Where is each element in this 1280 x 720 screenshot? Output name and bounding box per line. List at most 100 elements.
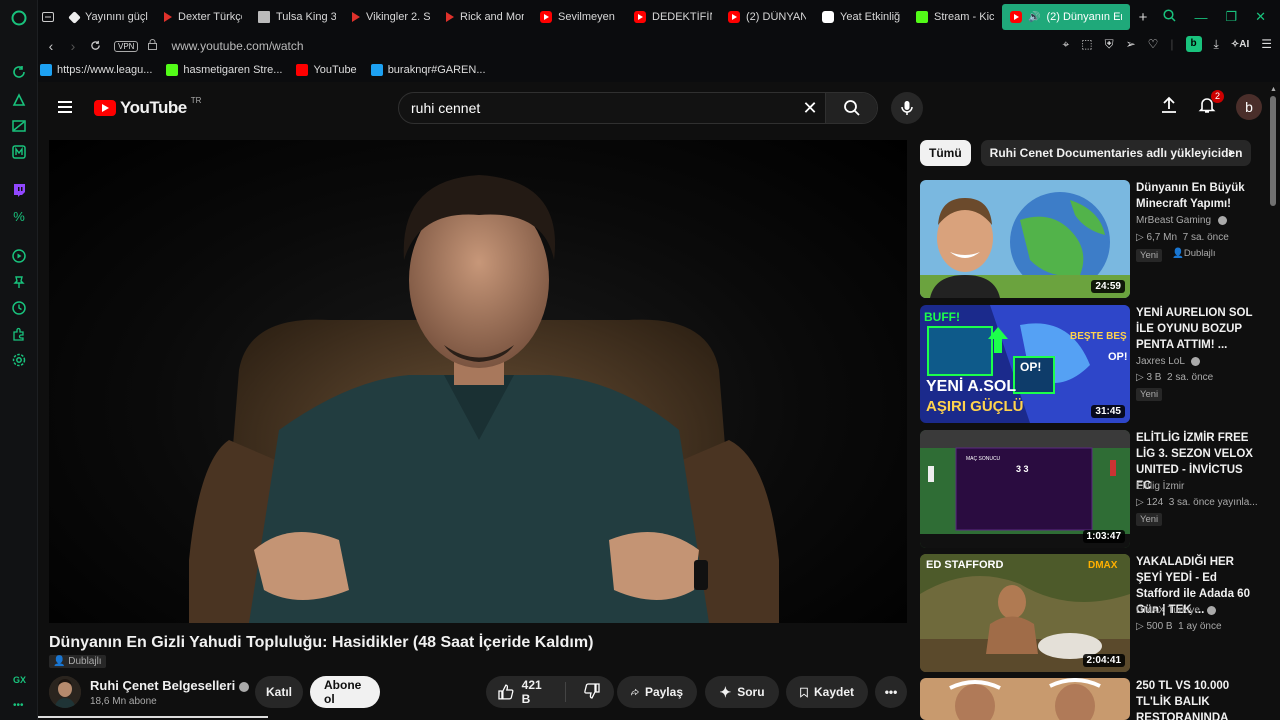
search-button[interactable] <box>825 93 877 123</box>
close-window-icon[interactable]: ✕ <box>1255 9 1266 25</box>
extensions-icon[interactable] <box>11 326 27 342</box>
send-icon[interactable]: ➢ <box>1126 37 1136 51</box>
tab-item[interactable]: Stream - Kick <box>908 0 1002 34</box>
video-thumbnail[interactable] <box>920 678 1130 720</box>
channel-row: Ruhi Çenet Belgeselleri 18,6 Mn abone Ka… <box>49 676 907 710</box>
new-tab-button[interactable]: + <box>1130 0 1156 34</box>
recommendation-channel[interactable]: Jaxres LoL <box>1136 356 1201 367</box>
recommendation-channel[interactable]: MrBeast Gaming <box>1136 215 1227 226</box>
account-avatar[interactable]: b <box>1236 94 1262 120</box>
video-thumbnail[interactable]: MAÇ SONUCU 3 3 1:03:47 <box>920 430 1130 548</box>
video-thumbnail[interactable]: ED STAFFORD DMAX 2:04:41 <box>920 554 1130 672</box>
scroll-up-icon[interactable]: ▲ <box>1270 86 1277 93</box>
tab-active[interactable]: 🔊 (2) Dünyanın En Giz <box>1002 4 1130 30</box>
tab-item[interactable]: Rick and Mort <box>438 0 532 34</box>
channel-name[interactable]: Ruhi Çenet Belgeselleri <box>90 678 250 693</box>
shield-icon[interactable]: ⛨ <box>1105 37 1114 52</box>
bookmark-label: https://www.leagu... <box>57 64 153 76</box>
like-button[interactable]: 421 B <box>486 678 566 706</box>
recommendation-item[interactable]: ED STAFFORD DMAX 2:04:41 YAKALADIĞI HER … <box>920 554 1260 672</box>
heart-icon[interactable]: ♡ <box>1148 37 1159 51</box>
recommendation-title[interactable]: YENİ AURELION SOL İLE OYUNU BOZUP PENTA … <box>1136 305 1254 353</box>
join-button[interactable]: Katıl <box>255 676 303 708</box>
recommendation-item[interactable]: BUFF! BEŞTE BEŞ OP! OP! YENİ A.SOL AŞIRI… <box>920 305 1260 423</box>
voice-search-button[interactable] <box>891 92 923 124</box>
share-button[interactable]: Paylaş <box>617 676 697 708</box>
settings-icon[interactable] <box>11 352 27 368</box>
player-icon[interactable] <box>11 248 27 264</box>
scrollbar-thumb[interactable] <box>1270 96 1276 206</box>
recommendation-item[interactable]: 250 TL VS 10.000 TL'LİK BALIK RESTORANIN… <box>920 678 1260 720</box>
bookmark-item[interactable]: YouTube <box>296 64 357 76</box>
thumbs-up-icon <box>498 684 514 700</box>
chevron-right-icon[interactable]: › <box>1228 144 1233 162</box>
more-actions-button[interactable]: ••• <box>875 676 907 708</box>
notifications-button[interactable]: 2 <box>1198 89 1224 119</box>
save-button[interactable]: Kaydet <box>786 676 868 708</box>
tab-item[interactable]: DEDEKTİFİN <box>626 0 720 34</box>
header-actions: 2 b <box>1160 89 1262 120</box>
bookmark-item[interactable]: buraknqr#GAREN... <box>370 64 486 76</box>
back-icon[interactable]: ‹ <box>40 38 62 54</box>
recommendation-title[interactable]: Dünyanın En Büyük Minecraft Yapımı! <box>1136 180 1254 212</box>
search-tabs-icon[interactable] <box>1163 9 1176 25</box>
tab-item[interactable]: Yayınını güçle <box>62 0 156 34</box>
channel-avatar[interactable] <box>49 676 81 708</box>
twitch-icon[interactable] <box>11 182 27 198</box>
lock-icon[interactable] <box>148 39 158 53</box>
history-icon[interactable] <box>11 300 27 316</box>
ai-button[interactable]: ✧AI <box>1231 39 1249 50</box>
bookmark-item[interactable]: https://www.leagu... <box>40 64 152 76</box>
sidebar-more-icon[interactable]: ••• <box>13 700 24 711</box>
music-player-icon[interactable] <box>11 118 27 134</box>
video-player[interactable] <box>49 140 907 623</box>
chip-all[interactable]: Tümü <box>920 140 971 166</box>
messenger-icon[interactable] <box>11 144 27 160</box>
tab-item[interactable]: Sevilmeyen 9 <box>532 0 626 34</box>
dislike-button[interactable] <box>572 682 614 702</box>
gx-label[interactable]: GX <box>13 675 26 685</box>
video-thumbnail[interactable]: 24:59 <box>920 180 1130 298</box>
gx-corner-icon[interactable] <box>11 92 27 108</box>
youtube-logo[interactable]: YouTube TR <box>94 96 201 118</box>
tab-item[interactable]: (2) DÜNYANIN <box>720 0 814 34</box>
extension-b-icon[interactable]: b <box>1185 36 1202 52</box>
recommendation-title[interactable]: 250 TL VS 10.000 TL'LİK BALIK RESTORANIN… <box>1136 678 1254 720</box>
pin-icon[interactable] <box>11 274 27 290</box>
forward-icon[interactable]: › <box>62 38 84 54</box>
percent-icon[interactable]: % <box>11 208 27 224</box>
upload-icon[interactable] <box>1160 96 1178 119</box>
snapshot-icon[interactable]: ⬚ <box>1081 37 1092 51</box>
recommendation-channel[interactable]: Elitlig İzmir <box>1136 481 1184 492</box>
dubbed-badge: 👤 Dublajlı <box>49 655 106 668</box>
tab-item[interactable]: Dexter Türkçe <box>156 0 250 34</box>
recommendation-channel[interactable]: DMAX Turkiye <box>1136 605 1216 616</box>
tab-item[interactable]: Tulsa King 3. <box>250 0 344 34</box>
recommendation-item[interactable]: MAÇ SONUCU 3 3 1:03:47 ELİTLİG İZMİR FRE… <box>920 430 1260 548</box>
pin-page-icon[interactable]: ⌖ <box>1062 37 1069 52</box>
video-thumbnail[interactable]: BUFF! BEŞTE BEŞ OP! OP! YENİ A.SOL AŞIRI… <box>920 305 1130 423</box>
minimize-icon[interactable]: — <box>1194 10 1207 25</box>
reload-icon[interactable] <box>84 38 106 54</box>
refresh-circle-icon[interactable] <box>11 64 27 80</box>
page-scrollbar[interactable]: ▲ <box>1269 86 1277 718</box>
menu-lines-icon[interactable]: ☰ <box>1261 37 1272 51</box>
subscribe-button[interactable]: Abone ol <box>310 676 380 708</box>
tab-item[interactable]: Yeat Etkinliği <box>814 0 908 34</box>
guide-menu-icon[interactable] <box>58 101 72 113</box>
tab-item[interactable]: Vikingler 2. S <box>344 0 438 34</box>
url-field[interactable]: www.youtube.com/watch <box>171 39 303 53</box>
verified-icon <box>1217 215 1227 225</box>
ask-button[interactable]: ✦ Soru <box>705 676 779 708</box>
search-input[interactable] <box>399 100 795 116</box>
chip-uploader[interactable]: Ruhi Cenet Documentaries adlı yükleyicid… <box>980 140 1252 166</box>
clear-search-icon[interactable]: ✕ <box>795 98 825 119</box>
bookmark-item[interactable]: hasmetigaren Stre... <box>166 64 282 76</box>
workspaces-icon[interactable] <box>38 0 62 34</box>
recommendation-item[interactable]: 24:59 Dünyanın En Büyük Minecraft Yapımı… <box>920 180 1260 298</box>
download-icon[interactable]: ⤓ <box>1214 37 1219 52</box>
opera-logo-icon[interactable] <box>11 10 27 26</box>
yt-bookmark-icon <box>296 64 309 76</box>
maximize-icon[interactable]: ❐ <box>1225 9 1237 25</box>
vpn-badge[interactable]: VPN <box>114 40 139 52</box>
